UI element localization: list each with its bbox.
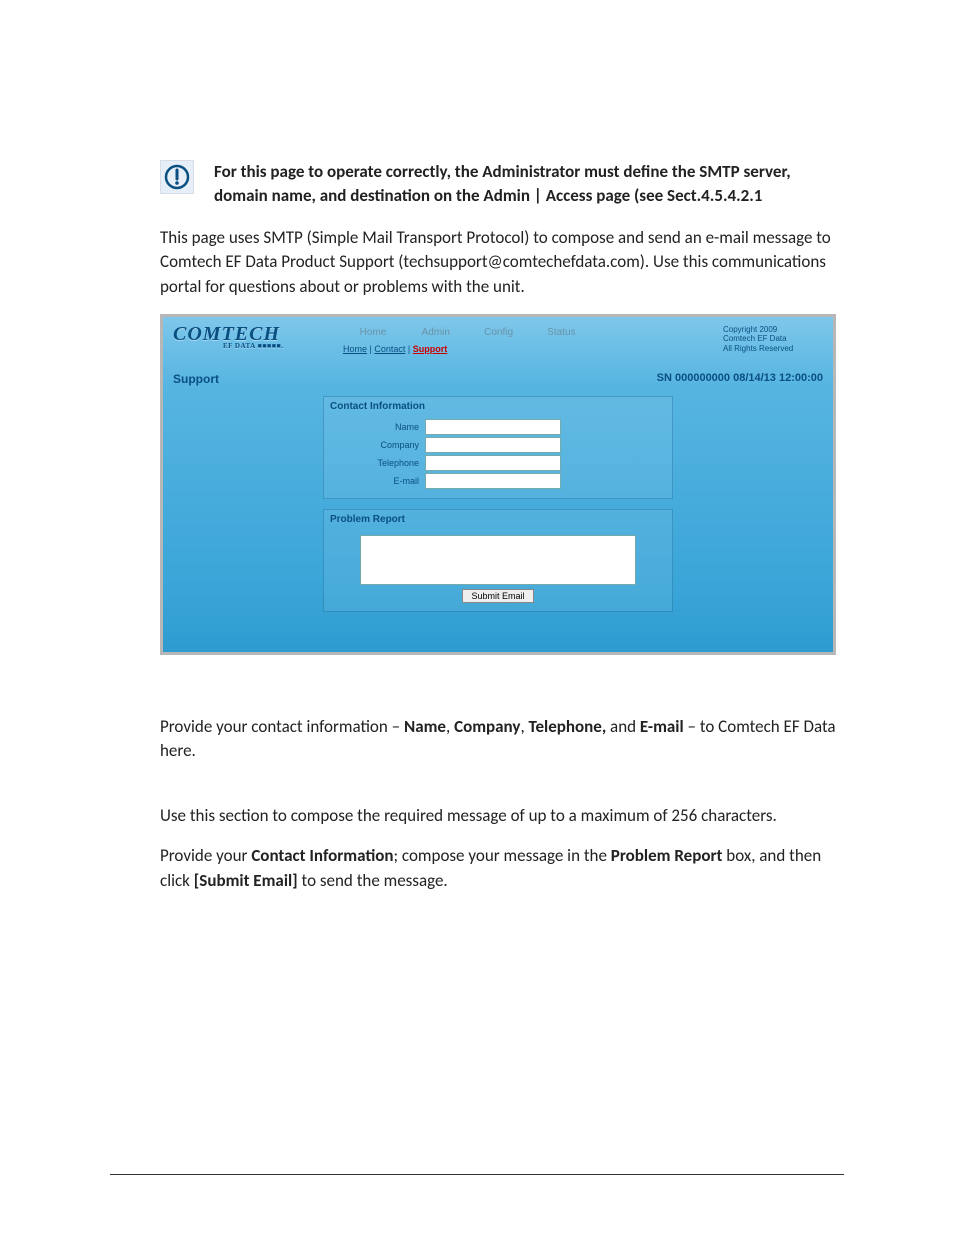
main-nav: Home Admin Config Status — [343, 327, 723, 338]
bold-contact-info: Contact Information — [251, 845, 393, 866]
problem-report-title: Problem Report — [324, 510, 672, 531]
text: Provide your contact information – — [160, 716, 404, 737]
nav-admin[interactable]: Admin — [406, 327, 466, 338]
contact-info-title: Contact Information — [324, 397, 672, 418]
email-label: E-mail — [324, 476, 425, 486]
logo: COMTECH EF DATA ■■■■■. — [173, 323, 343, 350]
contact-info-panel: Contact Information Name Company Telepho… — [323, 396, 673, 499]
page-title: Support — [173, 372, 219, 386]
bold-email: E-mail — [640, 716, 684, 737]
support-page-screenshot: COMTECH EF DATA ■■■■■. Home Admin Config… — [160, 314, 836, 655]
alert-text: For this page to operate correctly, the … — [214, 160, 844, 208]
text: and — [606, 716, 640, 737]
copyright-line2: Comtech EF Data — [723, 334, 823, 344]
telephone-label: Telephone — [324, 458, 425, 468]
company-label: Company — [324, 440, 425, 450]
problem-report-textarea[interactable] — [360, 535, 636, 585]
bold-submit-email: [Submit Email] — [194, 870, 298, 891]
compose-paragraph: Use this section to compose the required… — [160, 804, 844, 829]
copyright-line1: Copyright 2009 — [723, 325, 823, 335]
bold-company: Company — [454, 716, 520, 737]
alert-icon — [160, 160, 194, 194]
bold-name: Name — [404, 716, 446, 737]
subnav-support[interactable]: Support — [413, 344, 448, 354]
copyright-line3: All Rights Reserved — [723, 344, 823, 354]
text: to send the message. — [298, 870, 448, 891]
problem-report-panel: Problem Report Submit Email — [323, 509, 673, 612]
intro-text: This page uses SMTP (Simple Mail Transpo… — [160, 226, 844, 300]
serial-number: SN 000000000 08/14/13 12:00:00 — [657, 372, 823, 386]
logo-sub: EF DATA ■■■■■. — [223, 342, 343, 350]
text: ; compose your message in the — [394, 845, 611, 866]
subnav-home[interactable]: Home — [343, 344, 367, 354]
footer-rule — [110, 1174, 844, 1175]
contact-paragraph: Provide your contact information – Name,… — [160, 715, 844, 764]
company-field[interactable] — [425, 437, 561, 453]
name-field[interactable] — [425, 419, 561, 435]
submit-email-button[interactable]: Submit Email — [462, 589, 533, 603]
nav-home[interactable]: Home — [343, 327, 403, 338]
sub-nav: Home | Contact | Support — [343, 344, 723, 354]
name-label: Name — [324, 422, 425, 432]
bold-problem-report: Problem Report — [611, 845, 723, 866]
final-paragraph: Provide your Contact Information; compos… — [160, 844, 844, 893]
telephone-field[interactable] — [425, 455, 561, 471]
email-field[interactable] — [425, 473, 561, 489]
nav-config[interactable]: Config — [469, 327, 529, 338]
text: Provide your — [160, 845, 251, 866]
bold-telephone: Telephone, — [529, 716, 607, 737]
subnav-contact[interactable]: Contact — [374, 344, 405, 354]
nav-status[interactable]: Status — [531, 327, 591, 338]
copyright: Copyright 2009 Comtech EF Data All Right… — [723, 323, 823, 354]
